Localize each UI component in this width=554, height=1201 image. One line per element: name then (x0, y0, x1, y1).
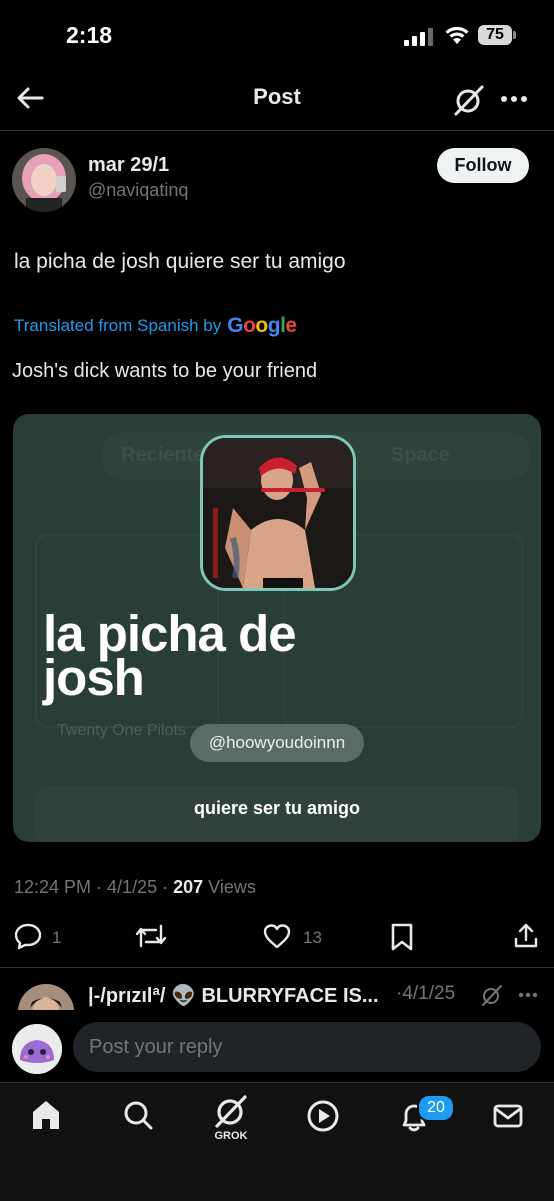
battery-indicator: 75 (478, 25, 512, 45)
wifi-icon (445, 26, 469, 44)
header-divider (0, 130, 554, 131)
views-label: Views (208, 877, 256, 897)
nav-grok-label[interactable]: GROK (213, 1130, 249, 1142)
translated-text: Josh's dick wants to be your friend (12, 360, 318, 382)
more-icon[interactable] (500, 95, 528, 103)
reply-grok-icon[interactable] (481, 984, 503, 1006)
search-icon[interactable] (122, 1098, 154, 1132)
post-meta: 12:24 PM · 4/1/25 · 207 Views (14, 877, 256, 897)
reply-more-icon[interactable] (518, 992, 538, 998)
reply-date: ·4/1/25 (396, 983, 456, 1004)
card-ghost-band: Twenty One Pilots (57, 722, 186, 739)
reply-input[interactable] (73, 1022, 541, 1072)
author-name[interactable]: mar 29/1 (88, 154, 169, 177)
status-time: 2:18 (66, 22, 113, 48)
author-handle[interactable]: @naviqatinq (88, 180, 188, 201)
views-count[interactable]: 207 (173, 877, 203, 897)
play-icon[interactable] (306, 1098, 340, 1132)
card-ghost-space: Space (391, 444, 450, 466)
bookmark-icon[interactable] (390, 922, 414, 952)
avatar[interactable] (12, 148, 76, 212)
bottom-nav (0, 1082, 554, 1201)
translation-attribution[interactable]: Translated from Spanish by Google (14, 314, 297, 338)
cell-signal-icon (404, 28, 433, 46)
card-headline-line2: josh (43, 649, 145, 706)
post-text: la picha de josh quiere ser tu amigo (14, 250, 346, 273)
google-logo: Google (227, 314, 297, 337)
mail-icon[interactable] (492, 1102, 524, 1130)
home-icon[interactable] (30, 1098, 62, 1132)
repost-icon[interactable] (134, 922, 168, 950)
card-headline: la picha de josh (43, 608, 297, 706)
media-card[interactable]: Recientes Space Twenty One Pilots la pic… (13, 414, 541, 842)
my-avatar[interactable] (12, 1024, 62, 1074)
notifications-badge: 20 (417, 1094, 455, 1122)
like-count: 13 (303, 928, 322, 947)
grok-icon[interactable] (452, 84, 486, 116)
reply-count: 1 (52, 928, 62, 947)
post-date: 4/1/25 (107, 877, 158, 897)
translated-prefix: Translated from Spanish by (14, 316, 222, 335)
card-handle-pill: @hoowyoudoinnn (190, 724, 364, 762)
share-icon[interactable] (512, 922, 540, 950)
follow-button[interactable]: Follow (437, 148, 529, 183)
battery-nub (513, 31, 516, 39)
card-photo (200, 435, 356, 591)
reply-author-name[interactable]: |-/prızılª/ 👽 BLURRYFACE IS... (88, 983, 379, 1008)
reply-icon[interactable] (14, 922, 42, 950)
like-icon[interactable] (262, 922, 292, 950)
nav-grok-icon[interactable] (213, 1094, 249, 1128)
card-subtitle: quiere ser tu amigo (193, 798, 361, 818)
actions-divider (0, 967, 554, 968)
post-time: 12:24 PM (14, 877, 92, 897)
